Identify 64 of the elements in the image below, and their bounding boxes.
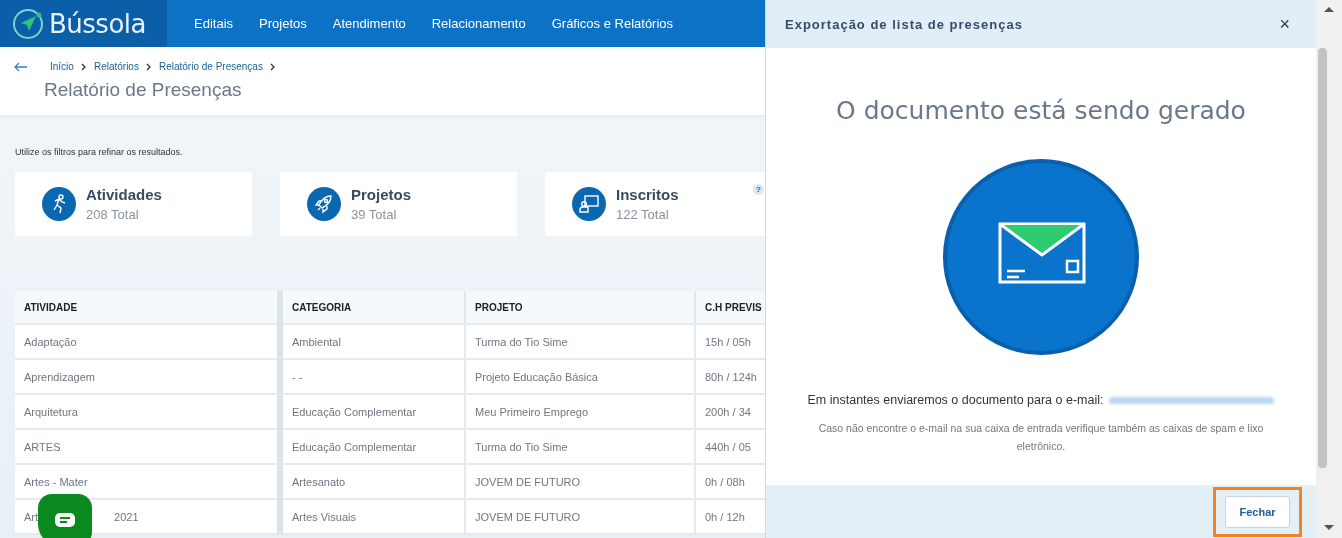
table-cell: 440h / 05: [705, 440, 751, 453]
table-cell: 2021: [114, 510, 139, 523]
running-person-icon: [42, 187, 76, 221]
chat-button[interactable]: [38, 494, 92, 538]
table-cell: Artes Visuais: [292, 510, 356, 523]
column-header: CATEGORIA: [283, 291, 466, 323]
back-arrow-icon: [14, 61, 28, 72]
breadcrumb-link[interactable]: Início: [50, 61, 74, 72]
table-cell: ARTES: [24, 440, 61, 453]
logo-text[interactable]: Bússola: [49, 8, 146, 39]
chevron-icon: [269, 62, 276, 71]
chevron-icon: [145, 62, 152, 71]
column-header: PROJETO: [466, 291, 696, 323]
stat-title: Inscritos: [616, 186, 679, 203]
table-cell: Art: [24, 510, 39, 523]
panel-title: Exportação de lista de presenças: [785, 16, 1023, 32]
table-cell: Arquitetura: [24, 405, 78, 418]
help-badge[interactable]: ?: [753, 184, 764, 195]
close-button[interactable]: Fechar: [1225, 495, 1290, 528]
chat-icon: [54, 512, 76, 528]
table-cell: Projeto Educação Básica: [475, 370, 598, 383]
compass-logo-icon: [12, 7, 44, 40]
table-cell: 80h / 124h: [705, 370, 757, 383]
stat-total: 122 Total: [616, 207, 670, 222]
table-cell: Ambiental: [292, 335, 341, 348]
stat-total: 208 Total: [86, 207, 140, 222]
chevron-icon: [80, 62, 87, 71]
stat-title: Atividades: [86, 186, 162, 203]
column-header: ATIVIDADE: [23, 300, 79, 315]
table-cell: Turma do Tio Sime: [475, 440, 568, 453]
table-cell: Artes - Mater: [24, 475, 88, 488]
rocket-icon: [307, 187, 341, 221]
table-cell: Turma do Tio Sime: [475, 335, 568, 348]
column-resize-handle[interactable]: [277, 291, 283, 535]
nav-link[interactable]: Relacionamento: [431, 16, 526, 31]
table-cell: - -: [292, 370, 303, 383]
nav-link[interactable]: Editais: [194, 16, 234, 31]
panel-heading: O documento está sendo gerado: [836, 96, 1246, 125]
table-cell: 200h / 34: [705, 405, 751, 418]
breadcrumb-link[interactable]: Relatórios: [93, 61, 139, 72]
table-cell: 0h / 12h: [705, 510, 745, 523]
message-text: Em instantes enviaremos o documento para o e-mail:: [807, 393, 1104, 407]
student-board-icon: [572, 187, 606, 221]
table-cell: Educação Complementar: [292, 405, 417, 418]
nav-link[interactable]: Projetos: [259, 16, 307, 31]
table-cell: Educação Complementar: [292, 440, 417, 453]
table-cell: JOVEM DE FUTURO: [475, 510, 581, 523]
table-cell: Aprendizagem: [24, 370, 95, 383]
nav-link[interactable]: Atendimento: [332, 16, 406, 31]
table-cell: Adaptação: [24, 335, 77, 348]
table-cell: Meu Primeiro Emprego: [475, 405, 589, 418]
stat-title: Projetos: [351, 186, 411, 203]
table-cell: Artesanato: [292, 475, 346, 488]
table-cell: 15h / 05h: [705, 335, 751, 348]
filter-hint: Utilize os filtros para refinar os resultados.: [15, 147, 184, 157]
page-title: Relatório de Presenças: [44, 79, 243, 101]
note-text: Caso não encontre o e-mail na sua caixa de entrada verifique também as caixas de spam e lixo eletrônico.: [817, 421, 1265, 454]
envelope-icon: [943, 159, 1139, 355]
table-cell: 0h / 08h: [705, 475, 745, 488]
stat-total: 39 Total: [351, 207, 398, 222]
nav-link[interactable]: Gráficos e Relatórios: [551, 16, 674, 31]
breadcrumb-link[interactable]: Relatório de Presenças: [158, 61, 263, 72]
table-cell: JOVEM DE FUTURO: [475, 475, 581, 488]
close-button[interactable]: ×: [1279, 13, 1290, 35]
